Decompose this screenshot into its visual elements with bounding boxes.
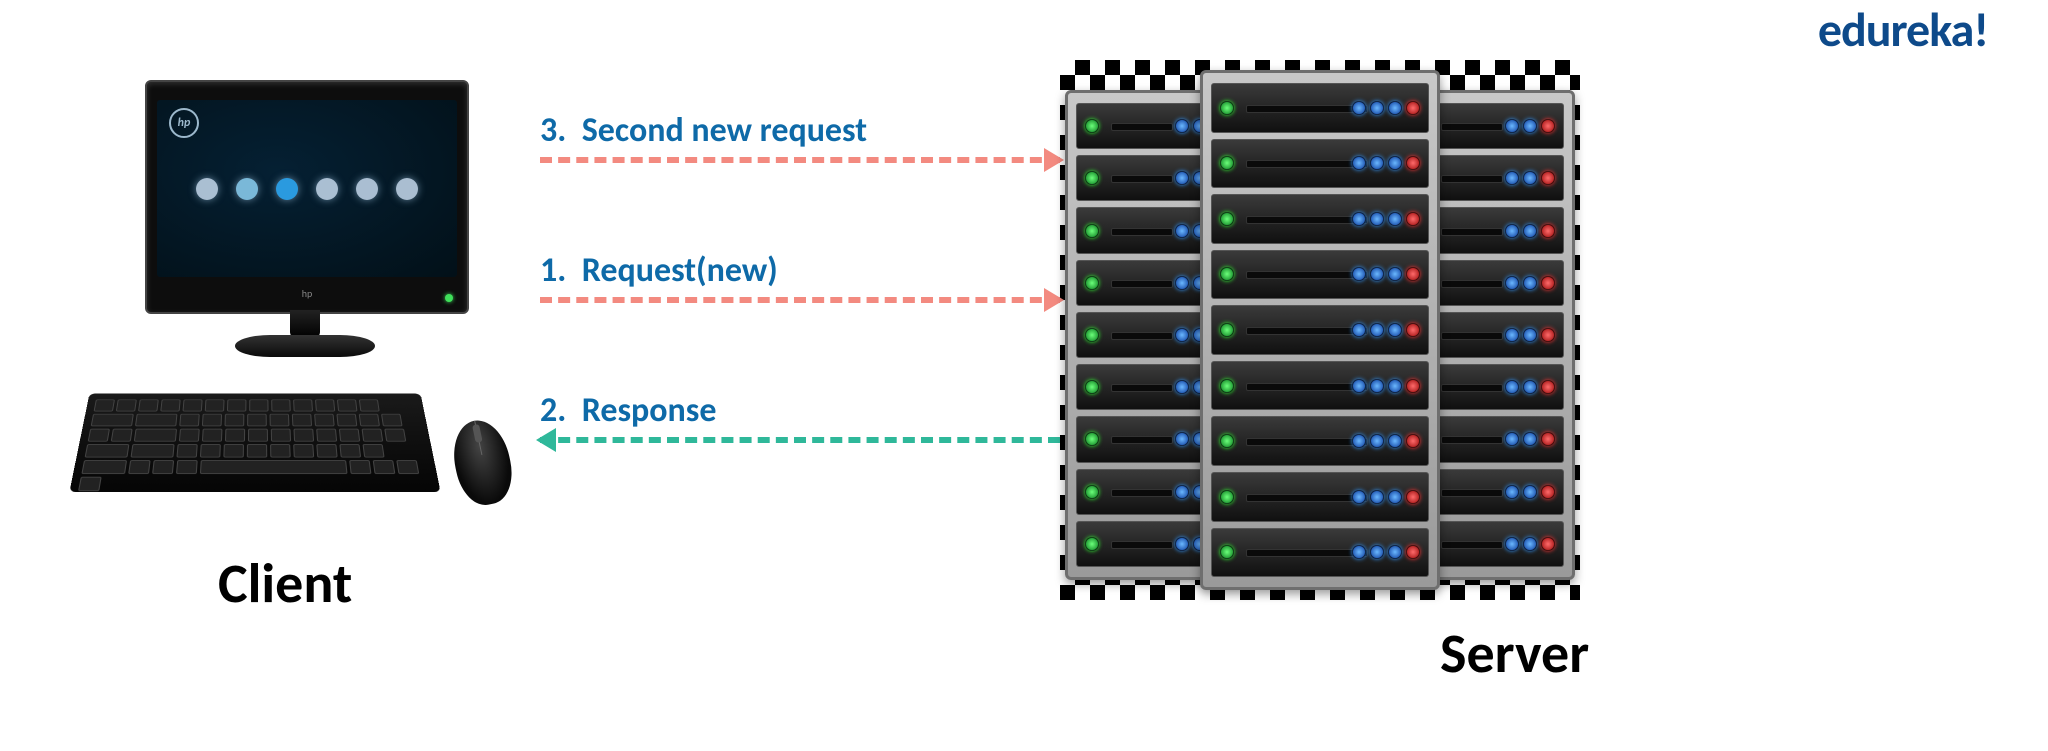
arrow-text: Second new request bbox=[582, 110, 867, 151]
arrow-label: 3. Second new request bbox=[540, 110, 1060, 151]
monitor-base bbox=[235, 335, 375, 357]
arrow-head-right-icon bbox=[1044, 288, 1064, 312]
desktop-icon bbox=[316, 178, 338, 200]
hp-logo-icon: hp bbox=[169, 108, 199, 138]
desktop-icon bbox=[396, 178, 418, 200]
arrow-line-icon bbox=[540, 157, 1060, 163]
desktop-icon bbox=[236, 178, 258, 200]
server-label: Server bbox=[1440, 620, 1589, 688]
power-led-icon bbox=[445, 294, 453, 302]
monitor-chin: hp bbox=[147, 280, 467, 306]
arrow-line-icon bbox=[540, 437, 1060, 443]
arrow-line-icon bbox=[540, 297, 1060, 303]
arrow-head-right-icon bbox=[1044, 148, 1064, 172]
arrow-order: 1 bbox=[540, 250, 557, 291]
arrow-text: Request(new) bbox=[582, 250, 778, 291]
arrow-label: 2. Response bbox=[540, 390, 1060, 431]
arrow-second-request: 3. Second new request bbox=[540, 110, 1060, 163]
server-illustration bbox=[1060, 60, 1580, 600]
arrow-order: 2 bbox=[540, 390, 557, 431]
arrow-text: Response bbox=[582, 390, 717, 431]
arrow-first-request: 1. Request(new) bbox=[540, 250, 1060, 303]
server-rack-front bbox=[1200, 70, 1440, 590]
arrow-head-left-icon bbox=[536, 428, 556, 452]
keyboard bbox=[69, 394, 440, 493]
monitor: hp hp bbox=[145, 80, 469, 314]
desktop-icon bbox=[196, 178, 218, 200]
monitor-screen: hp bbox=[157, 100, 457, 277]
brand-logo-text: edureka! bbox=[1818, 0, 1988, 59]
desktop-icon bbox=[356, 178, 378, 200]
mouse bbox=[447, 415, 518, 510]
arrow-label: 1. Request(new) bbox=[540, 250, 1060, 291]
arrow-response: 2. Response bbox=[540, 390, 1060, 443]
client-computer-illustration: hp hp bbox=[60, 70, 530, 540]
monitor-neck bbox=[290, 310, 320, 338]
client-label: Client bbox=[218, 550, 352, 618]
desktop-icon bbox=[276, 178, 298, 200]
arrow-order: 3 bbox=[540, 110, 557, 151]
